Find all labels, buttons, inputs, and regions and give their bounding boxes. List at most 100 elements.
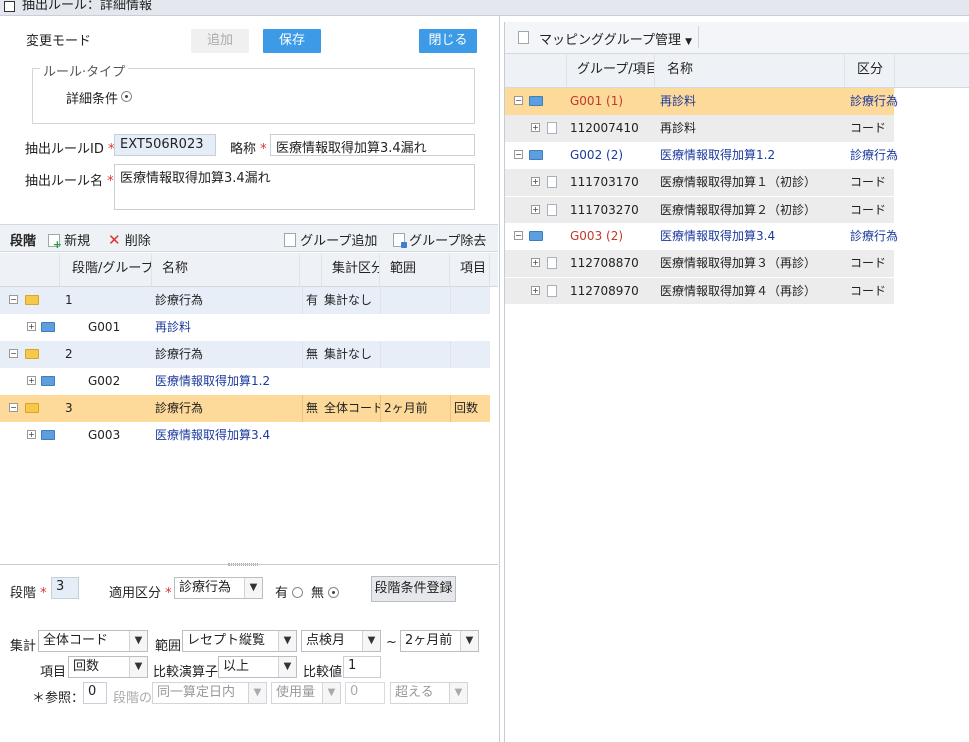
chevron-down-icon: ▼ <box>685 37 693 47</box>
mapping-menu-button[interactable]: マッピンググループ管理 ▼ <box>539 29 692 48</box>
op-select[interactable]: 以上 ▼ <box>218 656 297 678</box>
item-col-header[interactable]: 項目 <box>450 253 490 286</box>
document-icon <box>547 257 557 269</box>
collapse-icon[interactable]: − <box>514 150 523 159</box>
save-button[interactable]: 保存 <box>263 29 321 53</box>
rule-name-field[interactable]: 医療情報取得加算3.4漏れ <box>114 164 475 210</box>
close-button[interactable]: 閉じる <box>419 29 477 53</box>
delete-stage-button[interactable]: ✕ 削除 <box>108 230 151 250</box>
code-col-header[interactable]: グループ/項目 <box>567 54 655 87</box>
rule-id-label: 抽出ルールID * <box>25 142 115 157</box>
group-row[interactable]: + G001 再診料 <box>0 314 490 341</box>
short-name-field[interactable]: 医療情報取得加算3.4漏れ <box>270 134 475 156</box>
add-button[interactable]: 追加 <box>191 29 249 53</box>
no-option[interactable]: 無 <box>311 582 340 601</box>
range-select[interactable]: レセプト縦覧 ▼ <box>182 630 297 652</box>
folder-icon <box>41 376 55 386</box>
window-title: 抽出ルール：詳細情報 <box>22 0 153 13</box>
group-remove-icon <box>393 233 407 248</box>
expand-icon[interactable]: + <box>531 177 540 186</box>
expand-icon[interactable]: + <box>531 123 540 132</box>
collapse-icon[interactable]: − <box>514 231 523 240</box>
stage-col-header[interactable]: 段階/グループ <box>60 253 152 286</box>
expand-icon[interactable]: + <box>27 430 36 439</box>
mapping-name-col-header[interactable]: 名称 <box>655 54 845 87</box>
yes-radio <box>292 587 304 598</box>
agg-select[interactable]: 全体コード ▼ <box>38 630 148 652</box>
chevron-down-icon: ▼ <box>278 631 296 651</box>
mapping-group-row[interactable]: − G003 (2) 医療情報取得加算3.4 診療行為 <box>505 223 898 250</box>
type-col-header[interactable]: 区分 <box>845 54 895 87</box>
rule-id-field[interactable]: EXT506R023 <box>114 134 216 156</box>
folder-icon <box>529 96 543 106</box>
chevron-down-icon: ▼ <box>322 683 340 703</box>
expand-icon[interactable]: + <box>531 258 540 267</box>
folder-icon <box>529 231 543 241</box>
cmp-label: 比較値 <box>303 665 343 680</box>
add-icon: + <box>48 234 62 250</box>
yes-option[interactable]: 有 <box>275 582 304 601</box>
group-row[interactable]: + G003 医療情報取得加算3.4 <box>0 422 490 449</box>
document-icon <box>547 204 557 216</box>
expand-icon[interactable]: + <box>27 322 36 331</box>
stage-row[interactable]: − 2 診療行為 無 集計なし <box>0 341 490 368</box>
chevron-down-icon: ▼ <box>129 631 147 651</box>
chevron-down-icon: ▼ <box>362 631 380 651</box>
short-name-label: 略称 * <box>230 142 267 157</box>
new-stage-button[interactable]: + 新規 <box>48 230 90 250</box>
rule-detail-pane: 変更モード 追加 保存 閉じる ルール·タイプ 詳細条件 抽出ルールID * E… <box>0 16 500 742</box>
register-stage-button[interactable]: 段階条件登録 <box>371 576 456 602</box>
range-unit-select[interactable]: 点検月 ▼ <box>301 630 381 652</box>
ref-basis-select[interactable]: 同一算定日内 ▼ <box>152 682 267 704</box>
collapse-icon[interactable]: − <box>9 403 18 412</box>
folder-icon <box>41 322 55 332</box>
folder-open-icon <box>25 295 39 305</box>
no-radio <box>328 587 340 598</box>
ref-num-field[interactable]: 0 <box>345 682 385 704</box>
chevron-down-icon: ▼ <box>248 683 266 703</box>
name-col-header[interactable]: 名称 <box>152 253 300 286</box>
document-icon <box>547 176 557 188</box>
mapping-item-row[interactable]: + 112007410 再診料 コード <box>505 115 894 142</box>
range-to-select[interactable]: 2ヶ月前 ▼ <box>400 630 479 652</box>
mapping-item-row[interactable]: + 112708870 医療情報取得加算３（再診） コード <box>505 250 894 277</box>
cmp-value-field[interactable]: 1 <box>343 656 381 678</box>
group-remove-button[interactable]: グループ除去 <box>393 230 486 249</box>
expand-icon[interactable]: + <box>531 205 540 214</box>
ref-over-select[interactable]: 超える ▼ <box>390 682 468 704</box>
mapping-item-row[interactable]: + 112708970 医療情報取得加算４（再診） コード <box>505 277 894 304</box>
group-add-button[interactable]: グループ追加 <box>284 230 377 249</box>
collapse-icon[interactable]: − <box>9 349 18 358</box>
rule-type-legend: ルール·タイプ <box>40 61 129 80</box>
stage-row[interactable]: − 1 診療行為 有 集計なし <box>0 287 490 314</box>
item-select[interactable]: 回数 ▼ <box>68 656 148 678</box>
stage-row-selected[interactable]: − 3 診療行為 無 全体コード 2ヶ月前 回数 <box>0 395 490 422</box>
mapping-item-row[interactable]: + 111703270 医療情報取得加算２（初診） コード <box>505 196 894 223</box>
mapping-grid-header: グループ/項目 名称 区分 <box>505 54 969 88</box>
ref-value-field[interactable]: 0 <box>83 682 107 704</box>
stage-grid-header: 段階/グループ 名称 集計区分 範囲 項目 <box>0 253 498 287</box>
range-label: 範囲 <box>155 639 182 654</box>
tilde-label: ~ <box>386 635 397 650</box>
item-label: 項目 <box>40 665 67 680</box>
group-row[interactable]: + G002 医療情報取得加算1.2 <box>0 368 490 395</box>
mapping-item-row[interactable]: + 111703170 医療情報取得加算１（初診） コード <box>505 169 894 196</box>
rule-type-radio[interactable] <box>121 90 132 104</box>
toolbar-divider <box>698 26 699 48</box>
ref-label: ＊参照： <box>32 691 85 706</box>
chevron-down-icon: ▼ <box>449 683 467 703</box>
agg-col-header[interactable]: 集計区分 <box>322 253 380 286</box>
range-col-header[interactable]: 範囲 <box>380 253 450 286</box>
collapse-icon[interactable]: − <box>514 96 523 105</box>
mapping-group-row[interactable]: − G002 (2) 医療情報取得加算1.2 診療行為 <box>505 142 898 169</box>
mapping-group-row-selected[interactable]: − G001 (1) 再診料 診療行為 <box>505 88 898 115</box>
expand-icon[interactable]: + <box>27 376 36 385</box>
ref-stage-label: 段階の <box>113 691 153 706</box>
ref-usage-select[interactable]: 使用量 ▼ <box>271 682 341 704</box>
stage-number-field[interactable]: 3 <box>51 577 79 599</box>
document-icon <box>518 31 529 44</box>
collapse-icon[interactable]: − <box>9 295 18 304</box>
expand-icon[interactable]: + <box>531 286 540 295</box>
stage-toolbar: 段階 + 新規 ✕ 削除 グループ追加 グループ除去 <box>0 224 498 252</box>
apply-select[interactable]: 診療行為 ▼ <box>174 577 263 599</box>
